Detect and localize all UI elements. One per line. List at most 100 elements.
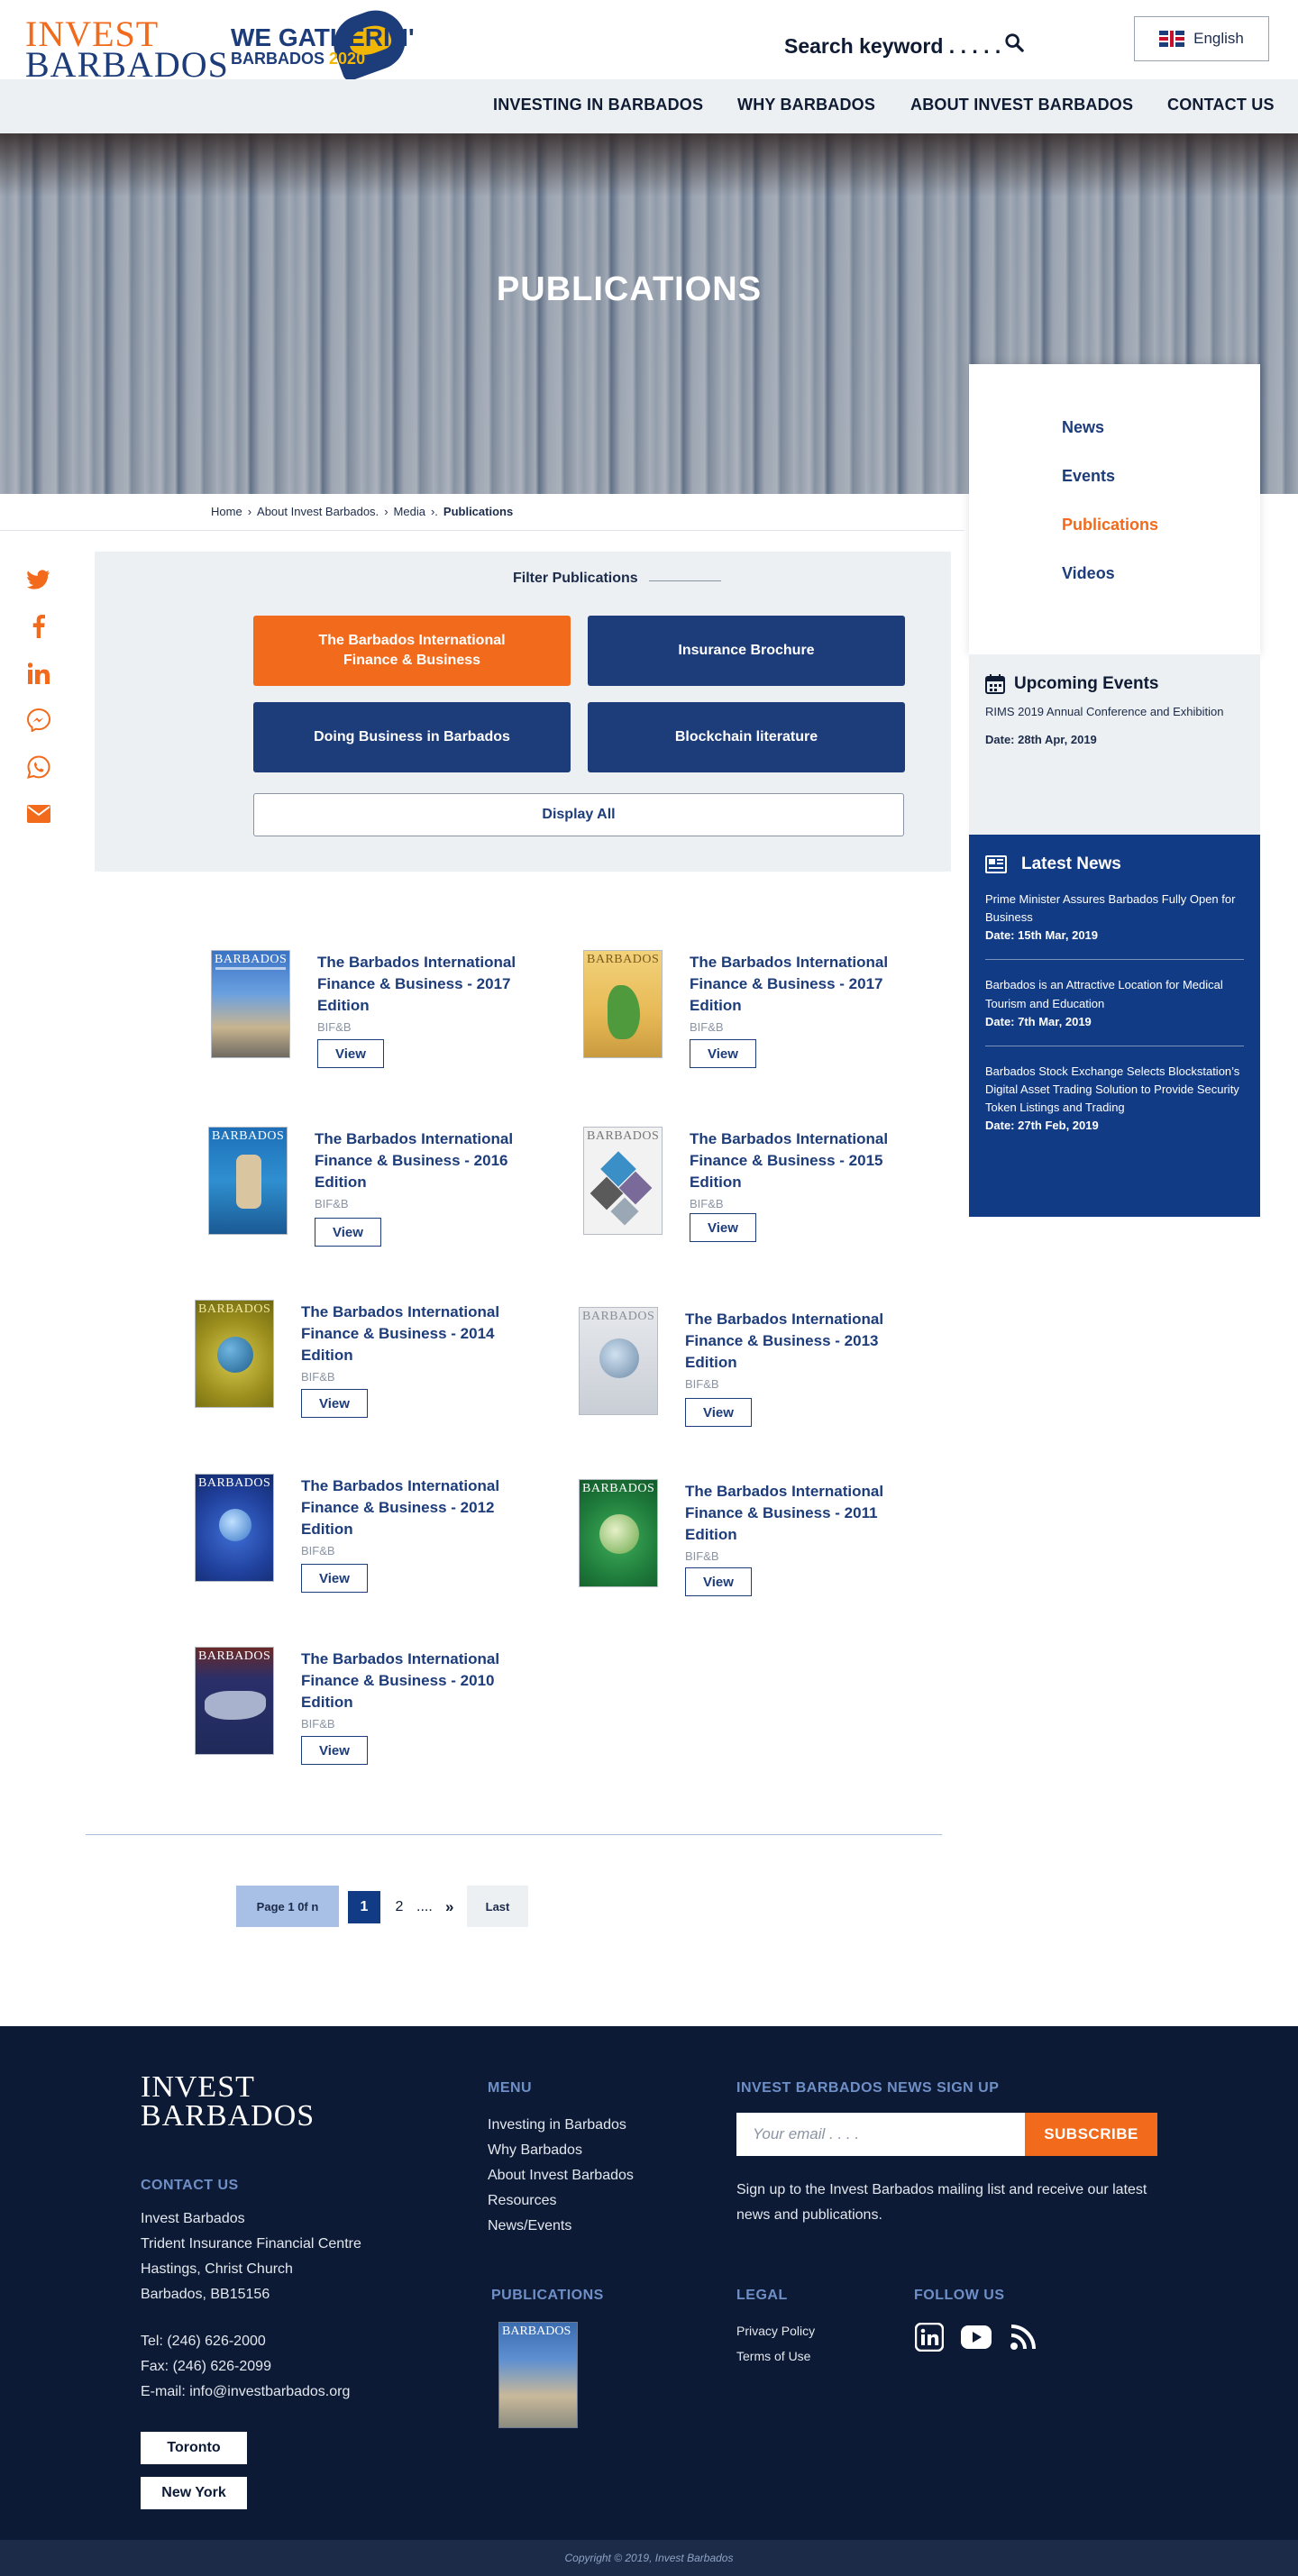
pagination-page-2[interactable]: 2	[389, 1891, 409, 1923]
publication-cover[interactable]: BARBADOS	[195, 1474, 274, 1582]
publication-tag: BIF&B	[301, 1370, 335, 1384]
view-button[interactable]: View	[315, 1218, 381, 1247]
pagination-next[interactable]: »	[445, 1891, 453, 1923]
linkedin-icon[interactable]	[25, 660, 52, 687]
publication-title[interactable]: The Barbados International Finance & Bus…	[690, 952, 920, 1016]
whatsapp-icon[interactable]	[25, 754, 52, 781]
view-button[interactable]: View	[685, 1567, 752, 1596]
publication-cover[interactable]: BARBADOS	[195, 1647, 274, 1755]
view-button[interactable]: View	[317, 1039, 384, 1068]
footer-link-about[interactable]: About Invest Barbados	[488, 2163, 634, 2188]
footer-signup-heading: INVEST BARBADOS NEWS SIGN UP	[736, 2080, 1000, 2096]
breadcrumb-media[interactable]: Media	[394, 505, 425, 518]
news-headline[interactable]: Barbados Stock Exchange Selects Blocksta…	[985, 1063, 1244, 1117]
publication-title[interactable]: The Barbados International Finance & Bus…	[690, 1128, 920, 1192]
uk-flag-icon	[1159, 31, 1185, 47]
footer-logo[interactable]: INVEST BARBADOS	[141, 2071, 315, 2132]
youtube-icon[interactable]	[961, 2322, 992, 2352]
privacy-policy-link[interactable]: Privacy Policy	[736, 2318, 815, 2343]
filter-doing-business-button[interactable]: Doing Business in Barbados	[253, 702, 571, 772]
publication-cover[interactable]: BARBADOS	[579, 1307, 658, 1415]
news-date: Date: 7th Mar, 2019	[985, 1014, 1092, 1028]
sidebar-item-news[interactable]: News	[1062, 418, 1104, 437]
news-headline[interactable]: Prime Minister Assures Barbados Fully Op…	[985, 891, 1244, 927]
publication-title[interactable]: The Barbados International Finance & Bus…	[685, 1481, 916, 1545]
nav-about-invest-barbados[interactable]: ABOUT INVEST BARBADOS	[910, 96, 1133, 114]
view-button[interactable]: View	[301, 1736, 368, 1765]
publication-title[interactable]: The Barbados International Finance & Bus…	[315, 1128, 545, 1192]
nav-investing-in-barbados[interactable]: INVESTING IN BARBADOS	[493, 96, 703, 114]
email-icon[interactable]	[25, 800, 52, 827]
newsletter-email-input[interactable]: Your email . . . .	[736, 2113, 1025, 2156]
sidebar-item-publications[interactable]: Publications	[1062, 516, 1158, 534]
search-input[interactable]: Search keyword . . . . .	[784, 34, 1001, 59]
breadcrumb-about[interactable]: About Invest Barbados.	[257, 505, 379, 518]
breadcrumb-home[interactable]: Home	[211, 505, 242, 518]
footer-link-news-events[interactable]: News/Events	[488, 2214, 634, 2239]
publication-tag: BIF&B	[301, 1717, 335, 1731]
rss-icon[interactable]	[1008, 2322, 1038, 2352]
display-all-button[interactable]: Display All	[253, 793, 904, 836]
breadcrumb-separator: ›	[384, 505, 388, 518]
sidebar-item-events[interactable]: Events	[1062, 467, 1115, 486]
sidebar-item-videos[interactable]: Videos	[1062, 564, 1115, 583]
news-item[interactable]: Barbados is an Attractive Location for M…	[985, 976, 1244, 1046]
filter-publications-panel: Filter Publications The Barbados Interna…	[95, 552, 951, 872]
new-york-office-button[interactable]: New York	[141, 2477, 247, 2509]
invest-barbados-logo[interactable]: INVEST BARBADOS	[25, 16, 229, 83]
filter-bifb-button[interactable]: The Barbados International Finance & Bus…	[253, 616, 571, 686]
pagination-page-1[interactable]: 1	[348, 1891, 380, 1923]
publication-card: BARBADOS The Barbados International Fina…	[583, 1127, 935, 1262]
terms-of-use-link[interactable]: Terms of Use	[736, 2343, 815, 2369]
search-icon[interactable]	[1004, 32, 1024, 52]
publication-cover[interactable]: BARBADOS	[211, 950, 290, 1058]
filter-insurance-brochure-button[interactable]: Insurance Brochure	[588, 616, 905, 686]
footer-link-investing[interactable]: Investing in Barbados	[488, 2113, 634, 2138]
view-button[interactable]: View	[685, 1398, 752, 1427]
footer-cover-masthead: BARBADOS	[502, 2325, 571, 2338]
news-item[interactable]: Prime Minister Assures Barbados Fully Op…	[985, 891, 1244, 961]
publication-title[interactable]: The Barbados International Finance & Bus…	[317, 952, 548, 1016]
footer-link-why-barbados[interactable]: Why Barbados	[488, 2138, 634, 2163]
publication-cover[interactable]: BARBADOS	[195, 1300, 274, 1408]
news-headline[interactable]: Barbados is an Attractive Location for M…	[985, 976, 1244, 1012]
publication-card: BARBADOS The Barbados International Fina…	[208, 1127, 560, 1262]
we-gatherin-logo[interactable]: WE GATHERIN' BARBADOS 2020	[231, 25, 415, 68]
view-button[interactable]: View	[690, 1039, 756, 1068]
footer-tel: Tel: (246) 626-2000	[141, 2334, 266, 2349]
language-selector[interactable]: English	[1134, 16, 1269, 61]
nav-why-barbados[interactable]: WHY BARBADOS	[737, 96, 875, 114]
upcoming-event-link[interactable]: RIMS 2019 Annual Conference and Exhibiti…	[985, 705, 1244, 718]
view-button[interactable]: View	[301, 1389, 368, 1418]
filter-blockchain-button[interactable]: Blockchain literature	[588, 702, 905, 772]
filter-title: Filter Publications	[513, 571, 638, 586]
footer-link-resources[interactable]: Resources	[488, 2188, 634, 2214]
publication-cover[interactable]: BARBADOS	[208, 1127, 288, 1235]
publication-title[interactable]: The Barbados International Finance & Bus…	[301, 1302, 532, 1366]
publication-title[interactable]: The Barbados International Finance & Bus…	[301, 1475, 532, 1539]
publication-cover[interactable]: BARBADOS	[579, 1479, 658, 1587]
twitter-icon[interactable]	[25, 566, 52, 593]
view-button[interactable]: View	[690, 1213, 756, 1242]
view-button[interactable]: View	[301, 1564, 368, 1593]
publications-divider	[86, 1834, 942, 1835]
campaign-subtitle: BARBADOS 2020	[231, 50, 415, 67]
publication-cover[interactable]: BARBADOS	[583, 1127, 663, 1235]
facebook-icon[interactable]	[25, 613, 52, 640]
messenger-icon[interactable]	[25, 707, 52, 734]
nav-contact-us[interactable]: CONTACT US	[1167, 96, 1275, 114]
news-item[interactable]: Barbados Stock Exchange Selects Blocksta…	[985, 1063, 1244, 1150]
subscribe-button[interactable]: SUBSCRIBE	[1025, 2113, 1157, 2156]
publication-cover[interactable]: BARBADOS	[583, 950, 663, 1058]
publication-title[interactable]: The Barbados International Finance & Bus…	[685, 1309, 916, 1373]
linkedin-icon[interactable]	[914, 2322, 945, 2352]
footer-publication-cover[interactable]: BARBADOS	[498, 2322, 578, 2428]
pagination-last[interactable]: Last	[467, 1886, 528, 1927]
footer-email-link[interactable]: E-mail: info@investbarbados.org	[141, 2380, 350, 2405]
toronto-office-button[interactable]: Toronto	[141, 2432, 247, 2464]
publication-title[interactable]: The Barbados International Finance & Bus…	[301, 1649, 532, 1713]
publication-tag: BIF&B	[317, 1020, 352, 1034]
footer-social-links	[914, 2322, 1038, 2352]
breadcrumb-separator: ›	[247, 505, 252, 518]
publication-tag: BIF&B	[690, 1197, 724, 1210]
